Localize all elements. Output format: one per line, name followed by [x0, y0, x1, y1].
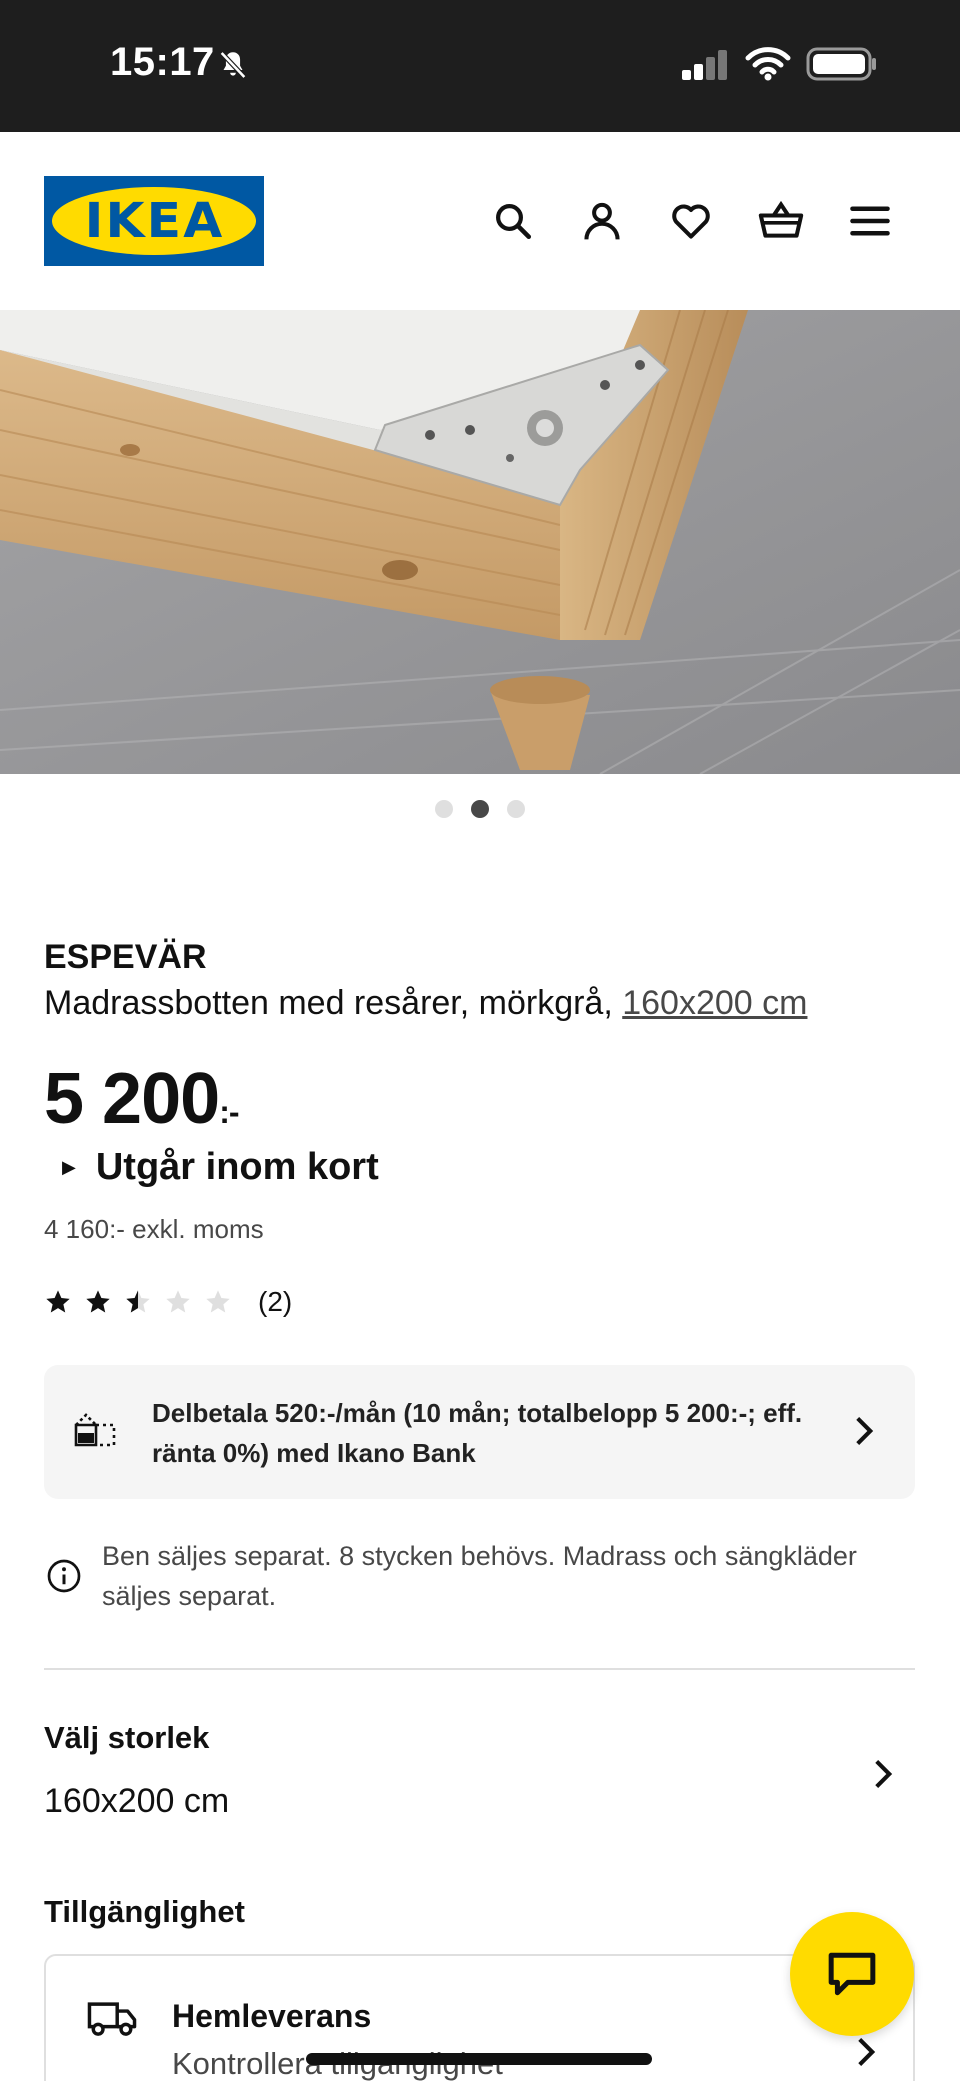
- star-empty-icon: [166, 1290, 190, 1313]
- product-description-text: Madrassbotten med resårer, mörkgrå,: [44, 984, 623, 1022]
- status-bar: 15:17: [0, 0, 960, 132]
- account-icon[interactable]: [577, 196, 627, 246]
- star-half-icon: [126, 1290, 150, 1313]
- ikea-logo[interactable]: IKEA: [44, 176, 264, 266]
- basket-icon[interactable]: [756, 196, 806, 246]
- bed-frame-image: [0, 310, 960, 774]
- triangle-right-icon: ▶: [62, 1157, 76, 1177]
- product-description: Madrassbotten med resårer, mörkgrå, 160x…: [44, 984, 807, 1023]
- site-header: IKEA: [0, 132, 960, 310]
- chat-button[interactable]: [790, 1912, 914, 2036]
- carousel-dot-active[interactable]: [471, 800, 489, 818]
- star-empty-icon: [206, 1290, 230, 1313]
- product-image[interactable]: [0, 310, 960, 774]
- carousel-dot[interactable]: [435, 800, 453, 818]
- star-full-icon: [46, 1290, 70, 1313]
- search-icon[interactable]: [488, 196, 538, 246]
- price-ex-vat: 4 160:- exkl. moms: [44, 1214, 264, 1244]
- product-rating[interactable]: (2): [44, 1286, 292, 1318]
- logo-text: IKEA: [84, 193, 224, 249]
- carousel-dot[interactable]: [507, 800, 525, 818]
- price-value: 5 200: [44, 1059, 220, 1139]
- info-icon: [47, 1559, 81, 1593]
- wifi-icon: [745, 47, 791, 81]
- delivery-title: Hemleverans: [172, 1998, 372, 2034]
- product-size-link[interactable]: 160x200 cm: [622, 984, 807, 1022]
- price-suffix: :-: [219, 1094, 239, 1130]
- rating-count: (2): [258, 1286, 293, 1317]
- financing-text: Delbetala 520:-/mån (10 mån; totalbelopp…: [152, 1398, 803, 1468]
- divider: [44, 1668, 915, 1670]
- home-indicator: [306, 2053, 652, 2065]
- bell-muted-icon: [219, 51, 247, 79]
- info-note-text: Ben säljes separat. 8 stycken behövs. Ma…: [102, 1541, 857, 1611]
- battery-icon: [806, 47, 876, 81]
- chevron-right-icon[interactable]: [872, 1758, 894, 1790]
- truck-icon: [87, 2002, 137, 2036]
- status-time: 15:17: [110, 40, 215, 84]
- size-value[interactable]: 160x200 cm: [44, 1782, 229, 1821]
- product-name: ESPEVÄR: [44, 938, 207, 976]
- chevron-right-icon: [856, 1416, 874, 1446]
- chevron-right-icon: [858, 2037, 876, 2067]
- chat-bubble-icon: [828, 1952, 876, 1996]
- availability-label: Tillgänglighet: [44, 1894, 245, 1929]
- menu-icon[interactable]: [845, 196, 895, 246]
- star-full-icon: [86, 1290, 110, 1313]
- installment-icon: [74, 1413, 116, 1447]
- stock-status: ▶ Utgår inom kort: [62, 1146, 379, 1189]
- logo-oval: IKEA: [52, 187, 256, 255]
- signal-icon: [682, 50, 727, 80]
- product-price: 5 200:-: [44, 1058, 240, 1140]
- size-label: Välj storlek: [44, 1720, 210, 1755]
- carousel-dots: [0, 800, 960, 818]
- stock-status-text: Utgår inom kort: [95, 1146, 379, 1188]
- financing-banner[interactable]: Delbetala 520:-/mån (10 mån; totalbelopp…: [44, 1365, 915, 1499]
- heart-icon[interactable]: [666, 196, 716, 246]
